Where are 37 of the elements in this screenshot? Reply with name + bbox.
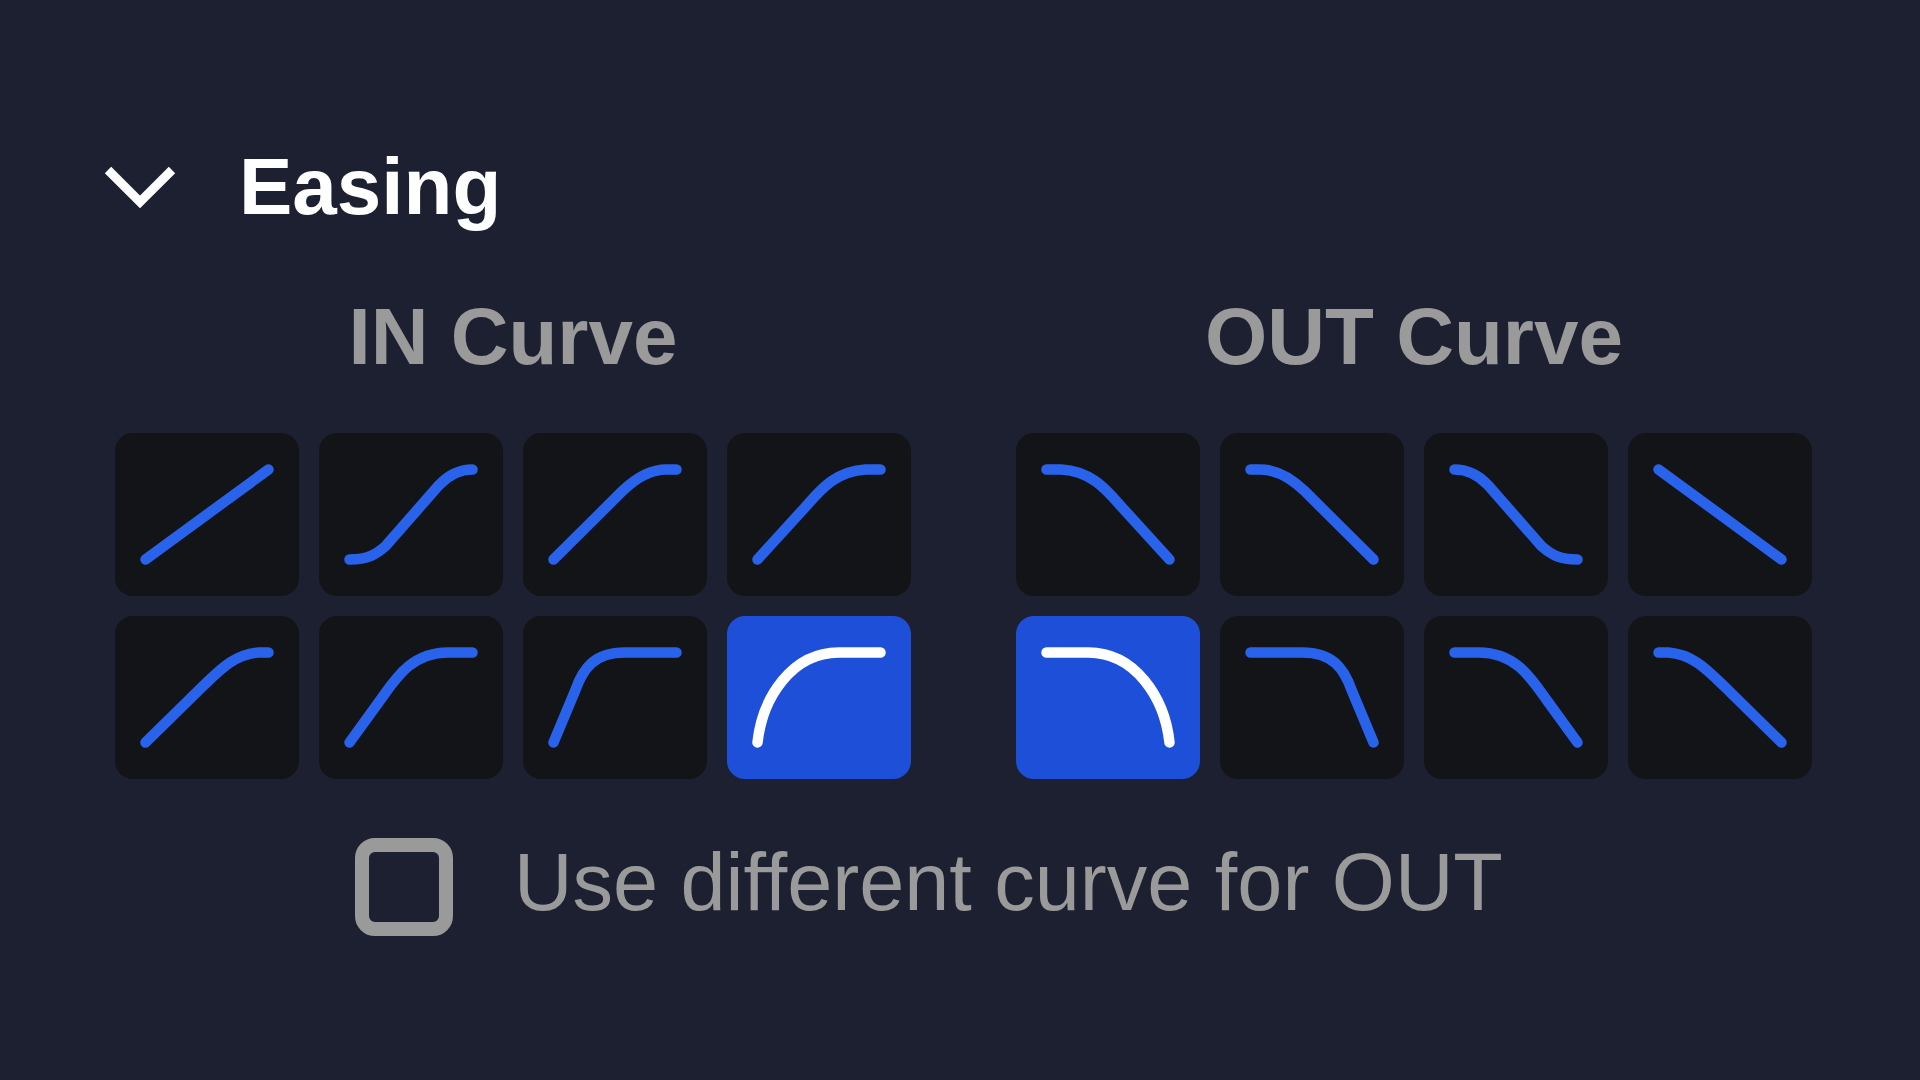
curve-preset-button[interactable]: [319, 433, 503, 596]
curve-group-heading: IN Curve: [348, 297, 678, 377]
curve-preset-button[interactable]: [727, 433, 911, 596]
curve-preset-button[interactable]: [523, 433, 707, 596]
falling-curve-icon: [1041, 647, 1175, 748]
curve-preset-button[interactable]: [1424, 433, 1608, 596]
rising-curve-icon: [752, 647, 886, 748]
falling-line-icon: [1653, 464, 1787, 565]
rising-curve-icon: [548, 464, 682, 565]
curve-preset-button[interactable]: [523, 616, 707, 779]
falling-curve-icon: [1245, 464, 1379, 565]
rising-curve-icon: [140, 647, 274, 748]
curve-preset-button[interactable]: [115, 433, 299, 596]
checkbox[interactable]: [355, 838, 453, 936]
curve-preset-button[interactable]: [1628, 616, 1812, 779]
rising-line-icon: [140, 464, 274, 565]
rising-curve-icon: [548, 647, 682, 748]
curve-preset-button[interactable]: [1424, 616, 1608, 779]
curve-preset-button[interactable]: [319, 616, 503, 779]
rising-curve-icon: [752, 464, 886, 565]
falling-curve-icon: [1449, 647, 1583, 748]
checkbox-label: Use different curve for OUT: [514, 841, 1503, 929]
rising-curve-icon: [344, 647, 478, 748]
falling-curve-icon: [1653, 647, 1787, 748]
curve-preset-button[interactable]: [1220, 616, 1404, 779]
falling-curve-icon: [1245, 647, 1379, 748]
rising-curve-icon: [344, 464, 478, 565]
curve-preset-button[interactable]: [1220, 433, 1404, 596]
curve-group-heading: OUT Curve: [1205, 297, 1623, 377]
curve-preset-button[interactable]: [1016, 433, 1200, 596]
falling-curve-icon: [1041, 464, 1175, 565]
curve-preset-button[interactable]: [115, 616, 299, 779]
curve-preset-button[interactable]: [1628, 433, 1812, 596]
curve-preset-button[interactable]: [727, 616, 911, 779]
chevron-down-icon[interactable]: [104, 165, 176, 209]
falling-curve-icon: [1449, 464, 1583, 565]
curve-preset-button[interactable]: [1016, 616, 1200, 779]
